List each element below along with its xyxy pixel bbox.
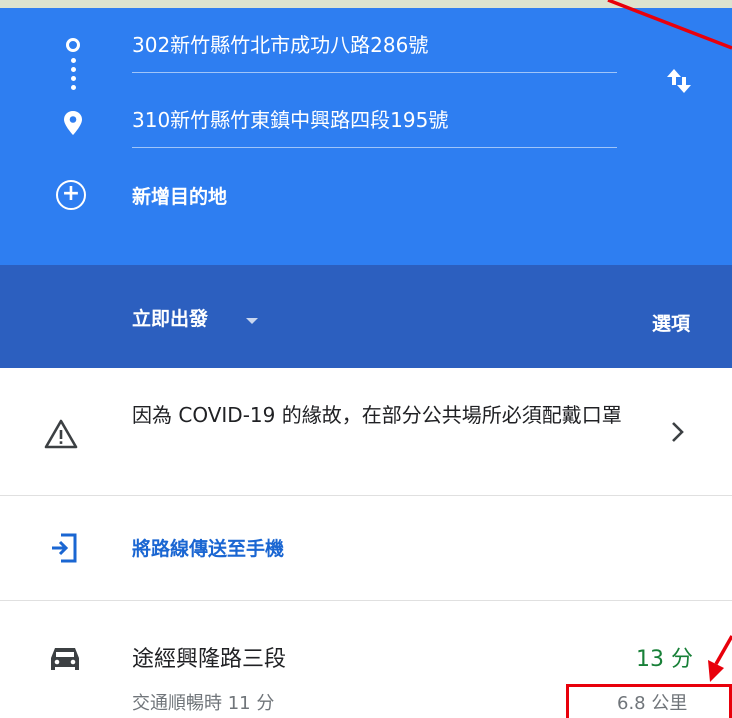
map-strip xyxy=(0,0,732,8)
add-destination-button[interactable]: 新增目的地 xyxy=(132,184,227,210)
add-circle-icon[interactable]: + xyxy=(56,180,86,210)
waypoint-dots-icon xyxy=(70,58,76,94)
traffic-note: 交通順暢時 11 分 xyxy=(132,693,275,714)
warning-icon xyxy=(44,419,78,449)
depart-now-dropdown[interactable]: 立即出發 xyxy=(132,306,208,332)
swap-vert-icon[interactable] xyxy=(663,65,695,97)
divider xyxy=(0,600,732,601)
origin-input[interactable]: 302新竹縣竹北市成功八路286號 xyxy=(132,31,617,73)
covid-alert-text[interactable]: 因為 COVID-19 的緣故，在部分公共場所必須配戴口罩 xyxy=(132,398,662,432)
trip-origin-icon xyxy=(66,38,80,52)
car-icon xyxy=(51,648,79,670)
route-name[interactable]: 途經興隆路三段 xyxy=(132,645,286,675)
annotation-highlight-box xyxy=(566,684,732,718)
send-to-phone-icon[interactable] xyxy=(50,532,78,564)
destination-input[interactable]: 310新竹縣竹東鎮中興路四段195號 xyxy=(132,106,617,148)
departure-bar xyxy=(0,265,732,368)
place-pin-icon xyxy=(64,111,82,135)
dropdown-caret-icon[interactable] xyxy=(246,318,258,324)
route-duration: 13 分 xyxy=(636,647,693,672)
divider xyxy=(0,495,732,496)
chevron-right-icon[interactable] xyxy=(668,418,688,446)
send-route-to-phone-link[interactable]: 將路線傳送至手機 xyxy=(132,536,284,562)
options-button[interactable]: 選項 xyxy=(652,311,690,337)
